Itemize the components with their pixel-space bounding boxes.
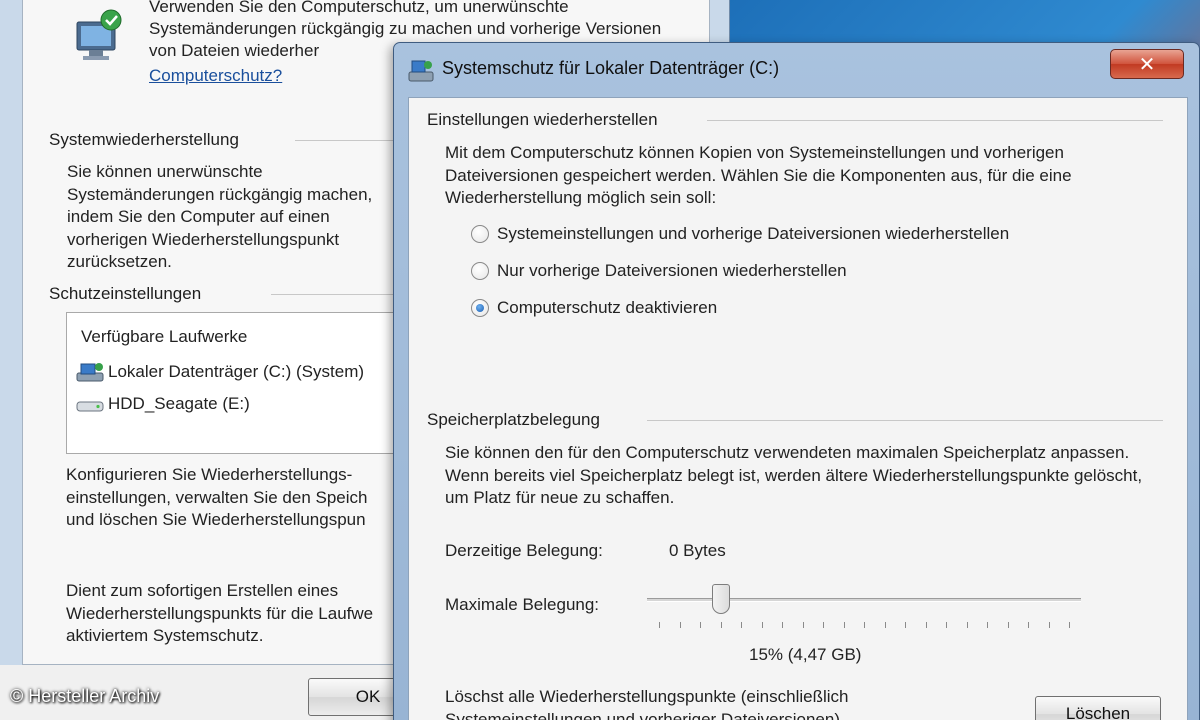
slider-tick <box>823 622 824 628</box>
watermark-text: © Hersteller Archiv <box>10 686 160 706</box>
slider-tick <box>1069 622 1070 628</box>
slider-tick <box>1048 622 1050 628</box>
drive-label: Lokaler Datenträger (C:) (System) <box>108 362 365 381</box>
delete-description: Löschst alle Wiederherstellungspunkte (e… <box>445 687 849 720</box>
max-usage-label: Maximale Belegung: <box>445 595 600 614</box>
group-divider <box>295 140 395 141</box>
system-restore-description: Sie können unerwünschte Systemänderungen… <box>67 162 373 271</box>
slider-tick <box>884 622 886 628</box>
slider-tick <box>741 622 742 628</box>
radio-button[interactable] <box>471 262 489 280</box>
drives-column-header[interactable]: Verfügbare Laufwerke <box>81 327 247 347</box>
radio-label: Nur vorherige Dateiversionen wiederherst… <box>497 261 847 280</box>
radio-label: Systemeinstellungen und vorherige Dateiv… <box>497 224 1010 243</box>
disk-usage-description: Sie können den für den Computerschutz ve… <box>445 443 1143 507</box>
slider-tick <box>1028 622 1029 628</box>
drive-label: HDD_Seagate (E:) <box>108 394 250 413</box>
slider-tick <box>946 622 947 628</box>
slider-tick <box>966 622 968 628</box>
close-icon: ✕ <box>1138 53 1156 76</box>
drive-list-item[interactable]: Lokaler Datenträger (C:) (System) <box>75 359 405 385</box>
slider-tick <box>679 622 681 628</box>
current-usage-value: 0 Bytes <box>669 541 726 560</box>
group-divider <box>647 420 1163 421</box>
system-restore-header: Systemwiederherstellung <box>49 130 239 149</box>
radio-button[interactable] <box>471 225 489 243</box>
computer-protection-icon <box>73 8 123 64</box>
radio-label: Computerschutz deaktivieren <box>497 298 718 317</box>
radio-option-system-and-files[interactable]: Systemeinstellungen und vorherige Dateiv… <box>471 224 1009 244</box>
drive-list-item[interactable]: HDD_Seagate (E:) <box>75 391 405 417</box>
configure-description: Konfigurieren Sie Wiederherstellungs-ein… <box>66 465 368 529</box>
max-usage-slider-thumb[interactable] <box>711 584 730 614</box>
slider-tick <box>925 622 927 628</box>
system-drive-icon <box>75 361 105 383</box>
hard-drive-icon <box>75 393 105 415</box>
slider-tick <box>761 622 763 628</box>
delete-button[interactable]: Löschen <box>1035 696 1161 720</box>
system-protection-icon <box>408 59 434 83</box>
slider-tick <box>720 622 722 628</box>
slider-tick <box>843 622 845 628</box>
disk-usage-header: Speicherplatzbelegung <box>427 410 600 429</box>
close-button[interactable]: ✕ <box>1110 49 1184 79</box>
dialog-title: Systemschutz für Lokaler Datenträger (C:… <box>442 58 780 78</box>
max-usage-value: 15% (4,47 GB) <box>749 645 862 664</box>
slider-tick <box>864 622 865 628</box>
slider-tick <box>700 622 701 628</box>
radio-option-files-only[interactable]: Nur vorherige Dateiversionen wiederherst… <box>471 261 847 281</box>
group-divider <box>707 120 1163 121</box>
available-drives-list[interactable]: Verfügbare Laufwerke Lokaler Datenträger… <box>66 312 411 454</box>
restore-settings-header: Einstellungen wiederherstellen <box>427 110 658 129</box>
slider-tick <box>905 622 906 628</box>
current-usage-label: Derzeitige Belegung: <box>445 541 603 560</box>
slider-tick <box>659 622 660 628</box>
group-divider <box>271 294 395 295</box>
dialog-client-area: Einstellungen wiederherstellen Mit dem C… <box>408 97 1188 720</box>
system-protection-dialog: Systemschutz für Lokaler Datenträger (C:… <box>393 42 1200 720</box>
radio-option-disable-protection[interactable]: Computerschutz deaktivieren <box>471 298 717 318</box>
slider-tick <box>1007 622 1009 628</box>
protection-settings-header: Schutzeinstellungen <box>49 284 202 303</box>
restore-settings-description: Mit dem Computerschutz können Kopien von… <box>445 143 1072 207</box>
create-description: Dient zum sofortigen Erstellen eines Wie… <box>66 581 374 645</box>
radio-button-selected[interactable] <box>471 299 489 317</box>
computer-protection-link[interactable]: Computerschutz? <box>149 66 282 86</box>
slider-tick <box>802 622 804 628</box>
slider-tick <box>987 622 988 628</box>
slider-tick <box>782 622 783 628</box>
